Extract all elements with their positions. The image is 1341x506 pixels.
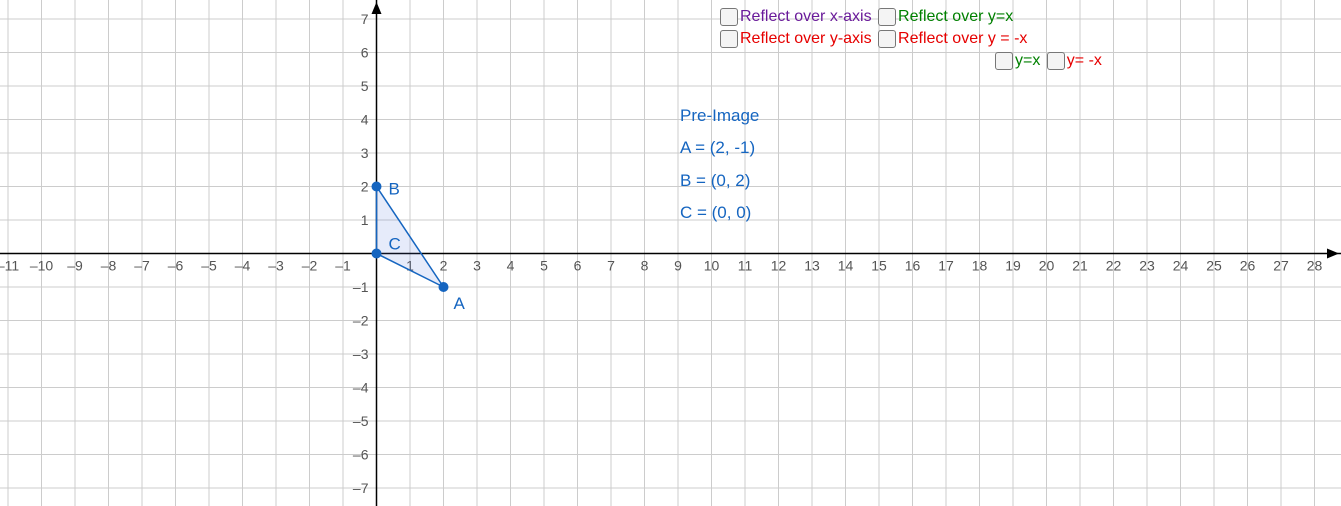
- svg-text:1: 1: [361, 212, 369, 228]
- svg-text:–3: –3: [268, 258, 284, 274]
- svg-text:11: 11: [738, 258, 753, 274]
- svg-text:4: 4: [507, 258, 515, 274]
- svg-text:15: 15: [871, 258, 887, 274]
- svg-text:–11: –11: [0, 258, 19, 274]
- svg-text:–7: –7: [134, 258, 150, 274]
- svg-text:–6: –6: [353, 447, 369, 463]
- svg-text:–4: –4: [235, 258, 251, 274]
- checkbox-row2: Reflect over y-axis Reflect over y = -x: [720, 30, 1029, 53]
- svg-text:–6: –6: [168, 258, 184, 274]
- checkbox-row1: Reflect over x-axis Reflect over y=x: [720, 8, 1015, 31]
- coordinate-plane[interactable]: –11–10–9–8–7–6–5–4–3–2–11234567891011121…: [0, 0, 1341, 506]
- checkbox-row3: y=x y= -x: [995, 52, 1104, 75]
- svg-text:16: 16: [905, 258, 921, 274]
- svg-text:–5: –5: [353, 413, 369, 429]
- svg-text:–4: –4: [353, 380, 369, 396]
- svg-text:27: 27: [1273, 258, 1289, 274]
- svg-text:2: 2: [361, 179, 369, 195]
- svg-text:24: 24: [1173, 258, 1189, 274]
- svg-text:5: 5: [361, 78, 369, 94]
- svg-text:–7: –7: [353, 480, 369, 496]
- svg-text:–3: –3: [353, 346, 369, 362]
- svg-text:–1: –1: [353, 279, 369, 295]
- svg-text:28: 28: [1307, 258, 1323, 274]
- label-reflect-yx: Reflect over y=x: [898, 8, 1013, 26]
- svg-text:3: 3: [361, 145, 369, 161]
- svg-text:20: 20: [1039, 258, 1055, 274]
- preimage-A: A = (2, -1): [680, 132, 759, 164]
- svg-text:9: 9: [674, 258, 682, 274]
- checkbox-icon: [995, 52, 1013, 70]
- svg-text:7: 7: [607, 258, 615, 274]
- svg-text:6: 6: [361, 45, 369, 61]
- svg-text:4: 4: [361, 112, 369, 128]
- graph-container: –11–10–9–8–7–6–5–4–3–2–11234567891011121…: [0, 0, 1341, 506]
- checkbox-icon: [720, 30, 738, 48]
- svg-text:8: 8: [641, 258, 649, 274]
- svg-text:26: 26: [1240, 258, 1256, 274]
- svg-text:23: 23: [1139, 258, 1155, 274]
- svg-text:3: 3: [473, 258, 481, 274]
- svg-text:12: 12: [771, 258, 787, 274]
- svg-text:–10: –10: [30, 258, 54, 274]
- svg-text:B: B: [389, 180, 400, 199]
- svg-text:5: 5: [540, 258, 548, 274]
- svg-text:19: 19: [1005, 258, 1021, 274]
- label-line-yx: y=x: [1015, 52, 1040, 70]
- svg-text:14: 14: [838, 258, 854, 274]
- label-reflect-ynx: Reflect over y = -x: [898, 30, 1027, 48]
- checkbox-icon: [878, 8, 896, 26]
- svg-text:17: 17: [938, 258, 954, 274]
- svg-text:7: 7: [361, 11, 369, 27]
- checkbox-icon: [720, 8, 738, 26]
- svg-text:10: 10: [704, 258, 720, 274]
- label-reflect-y: Reflect over y-axis: [740, 30, 872, 48]
- svg-text:21: 21: [1072, 258, 1088, 274]
- preimage-title: Pre-Image: [680, 100, 759, 132]
- svg-text:2: 2: [440, 258, 448, 274]
- checkbox-reflect-ynx[interactable]: Reflect over y = -x: [878, 30, 1027, 48]
- svg-text:C: C: [389, 235, 401, 254]
- preimage-panel: Pre-Image A = (2, -1) B = (0, 2) C = (0,…: [680, 100, 759, 229]
- svg-text:–2: –2: [353, 313, 369, 329]
- label-line-ynx: y= -x: [1067, 52, 1102, 70]
- preimage-B: B = (0, 2): [680, 165, 759, 197]
- svg-text:–1: –1: [335, 258, 351, 274]
- checkbox-line-ynx[interactable]: y= -x: [1047, 52, 1102, 70]
- label-reflect-x: Reflect over x-axis: [740, 8, 872, 26]
- svg-text:–8: –8: [101, 258, 117, 274]
- svg-text:6: 6: [574, 258, 582, 274]
- checkbox-reflect-yx[interactable]: Reflect over y=x: [878, 8, 1013, 26]
- checkbox-reflect-y[interactable]: Reflect over y-axis: [720, 30, 872, 48]
- svg-text:13: 13: [804, 258, 820, 274]
- svg-text:A: A: [454, 294, 466, 313]
- checkbox-icon: [1047, 52, 1065, 70]
- svg-text:18: 18: [972, 258, 988, 274]
- preimage-C: C = (0, 0): [680, 197, 759, 229]
- checkbox-icon: [878, 30, 896, 48]
- checkbox-reflect-x[interactable]: Reflect over x-axis: [720, 8, 872, 26]
- svg-text:–2: –2: [302, 258, 318, 274]
- svg-text:–5: –5: [201, 258, 217, 274]
- svg-text:25: 25: [1206, 258, 1222, 274]
- svg-text:–9: –9: [67, 258, 83, 274]
- svg-text:22: 22: [1106, 258, 1122, 274]
- checkbox-line-yx[interactable]: y=x: [995, 52, 1040, 70]
